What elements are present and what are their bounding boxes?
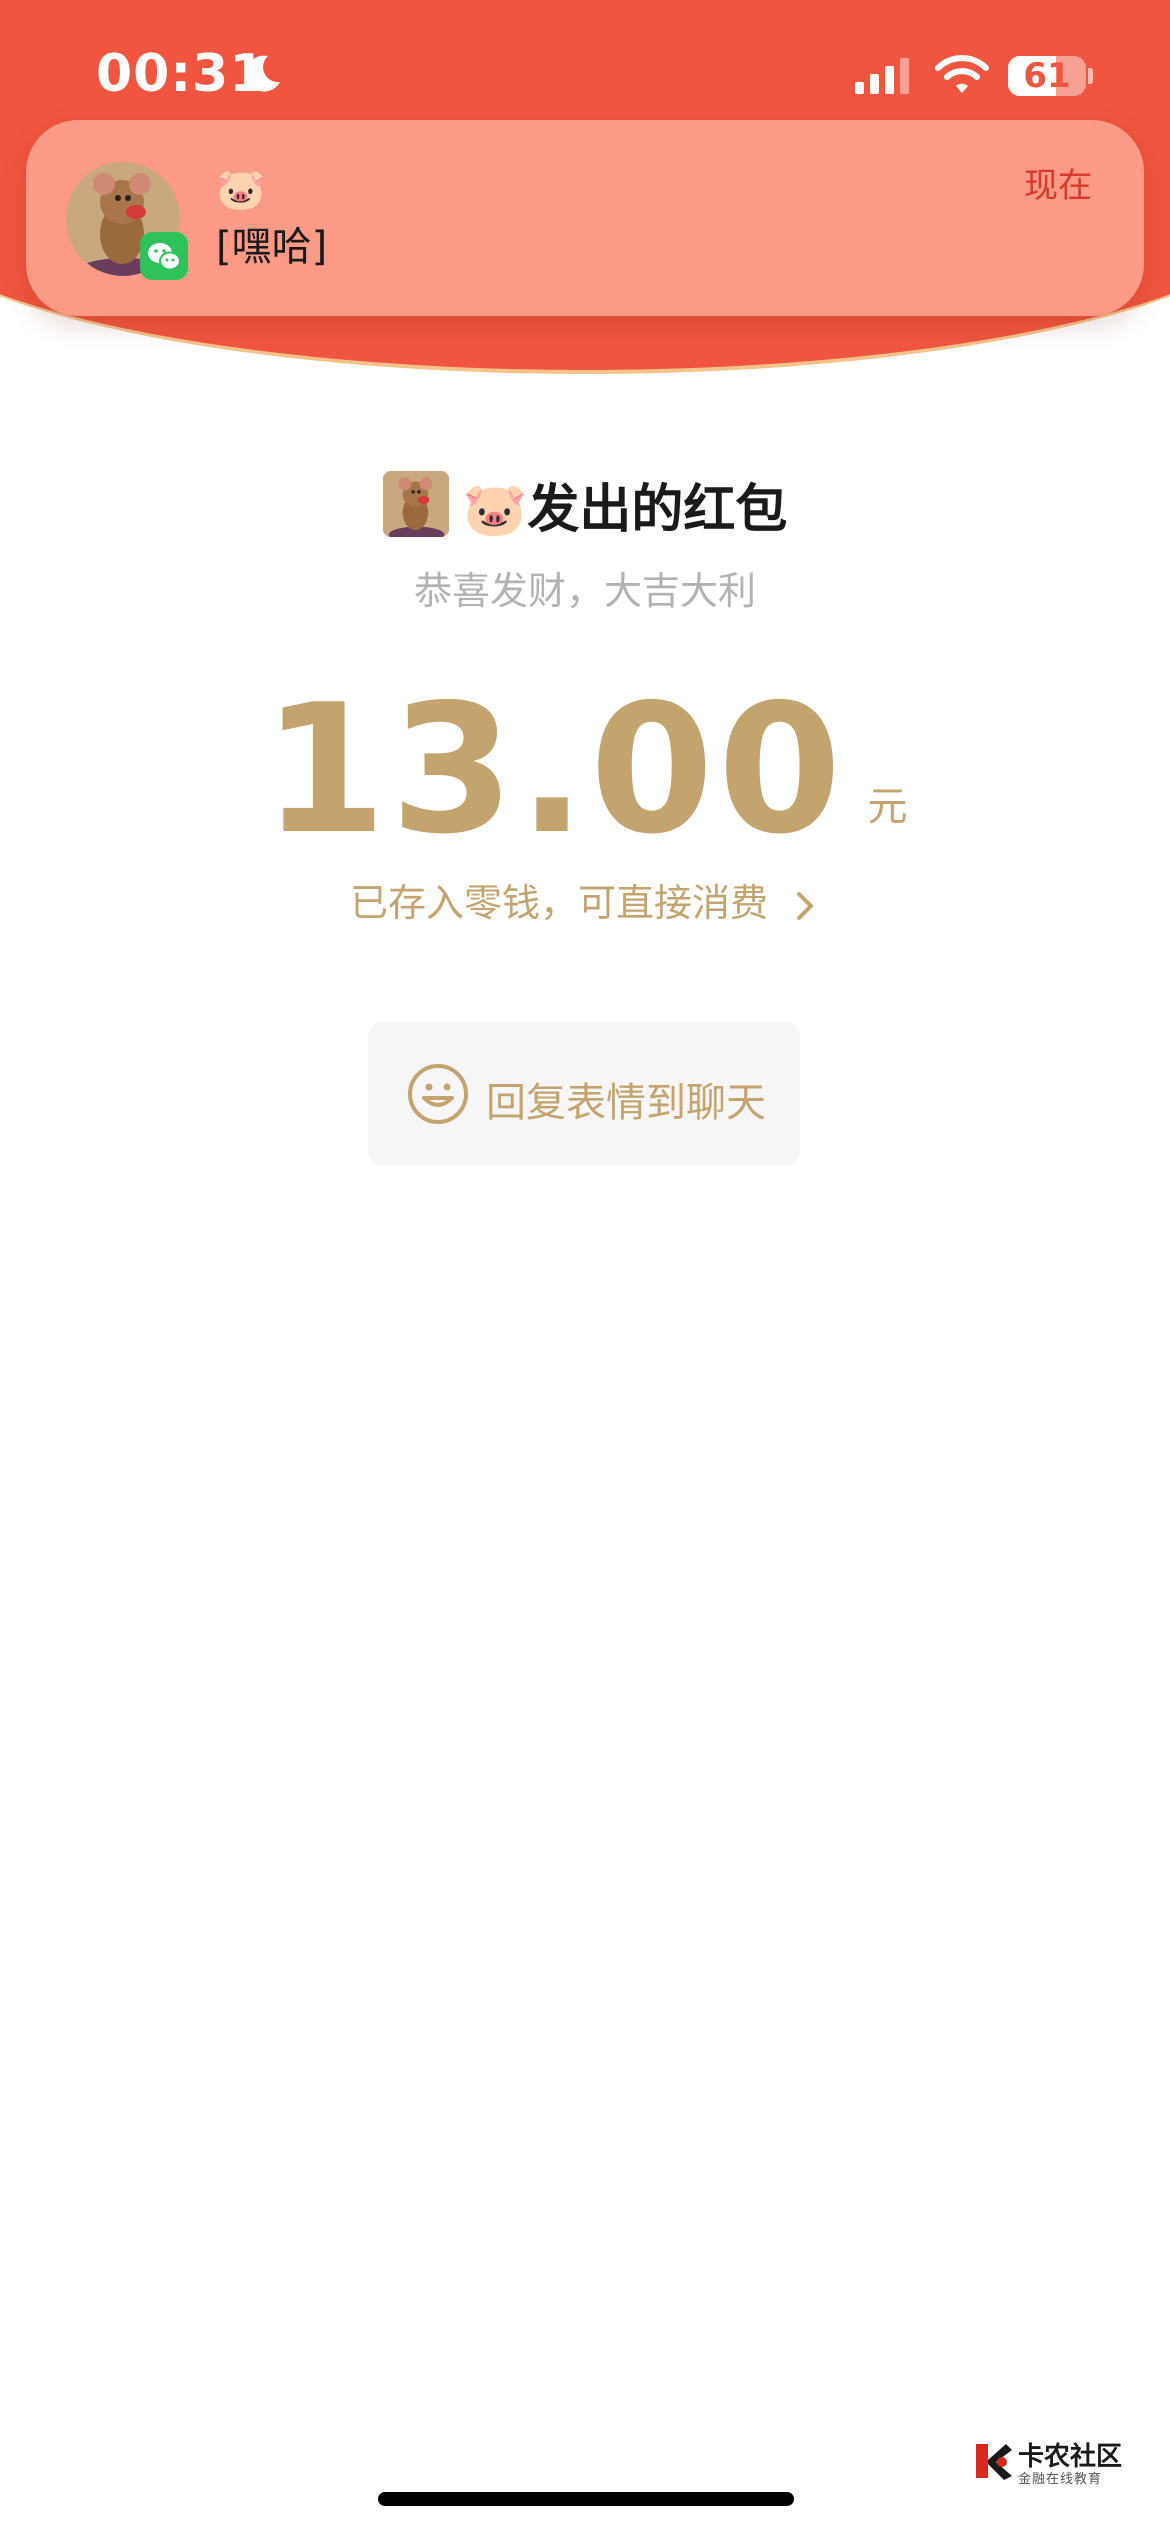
signal-icon: [855, 58, 909, 94]
notification-time: 现在: [1024, 166, 1092, 206]
status-time: 00:31: [96, 44, 267, 104]
reply-sticker-button[interactable]: 回复表情到聊天: [368, 1022, 800, 1166]
wifi-icon: [935, 55, 989, 93]
battery-icon: 61: [1008, 56, 1086, 96]
mouse-avatar-icon: [382, 471, 449, 537]
chevron-right-icon: [797, 891, 814, 920]
deposit-link-label: 已存入零钱，可直接消费: [349, 881, 768, 925]
watermark-subtitle: 金融在线教育: [1018, 2472, 1103, 2487]
amount-unit: 元: [867, 784, 908, 830]
watermark: 卡农社区 金融在线教育: [972, 2436, 1122, 2487]
sender-emoji: 🐷: [462, 479, 528, 540]
moon-icon: [246, 55, 280, 92]
smile-icon: [408, 1064, 468, 1124]
greeting-text: 恭喜发财，大吉大利: [413, 569, 756, 613]
red-packet-detail-screen: 00:31 61 🐷 [嘿哈] 现在 🐷发出的红包 恭喜发财，大吉大利 13.0…: [0, 0, 1170, 2532]
notification-message: [嘿哈]: [216, 224, 328, 270]
battery-percentage: 61: [1023, 56, 1071, 96]
sender-avatar: [382, 471, 449, 537]
deposit-link[interactable]: 已存入零钱，可直接消费: [0, 872, 1170, 927]
wechat-icon: [140, 232, 188, 280]
battery-cap: [1088, 68, 1093, 84]
notification-banner[interactable]: 🐷 [嘿哈] 现在: [26, 120, 1144, 316]
home-indicator[interactable]: [378, 2492, 794, 2506]
title-text: 发出的红包: [527, 479, 788, 540]
amount-value: 13.00: [262, 666, 846, 873]
reply-sticker-label: 回复表情到聊天: [486, 1080, 766, 1126]
notification-sender: 🐷: [216, 167, 266, 213]
kanong-logo-icon: [976, 2444, 1012, 2480]
page-title: 🐷发出的红包: [463, 467, 788, 542]
amount-row: 13.00 元: [0, 660, 1170, 860]
sender-row: 🐷发出的红包: [0, 470, 1170, 540]
